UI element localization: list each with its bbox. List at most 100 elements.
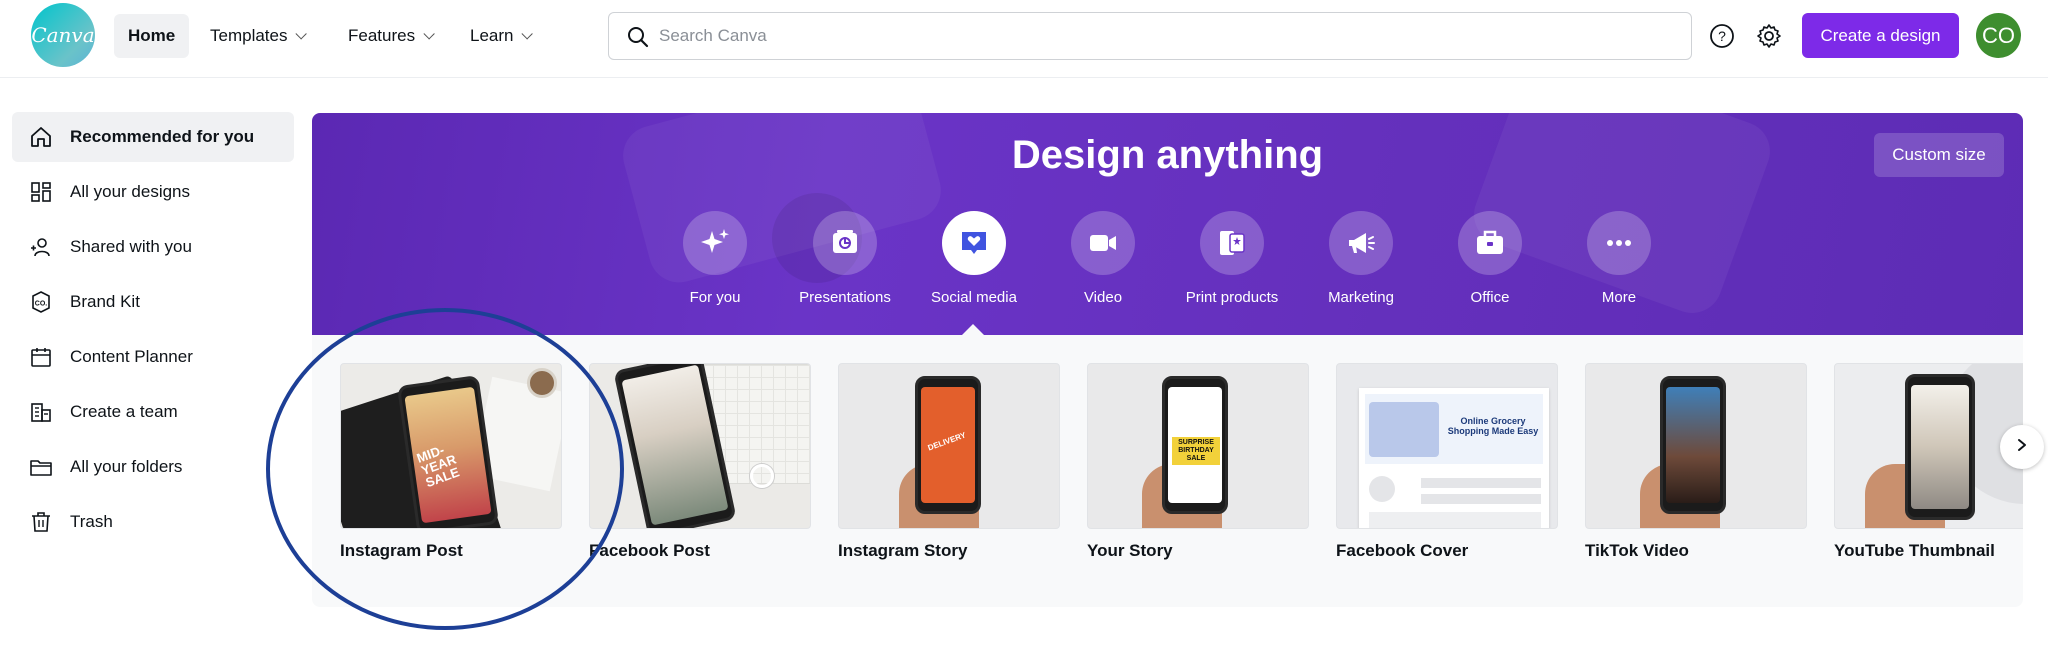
print-icon [1200,211,1264,275]
category-presentations[interactable]: Presentations [785,211,905,306]
chevron-down-icon [295,28,308,40]
facebook-cover-thumbnail: Online Grocery Shopping Made Easy [1336,363,1558,529]
create-design-button[interactable]: Create a design [1802,13,1959,58]
search-icon [627,26,649,53]
birthday-overlay-text: SURPRISE BIRTHDAY SALE [1172,437,1220,465]
template-label: Your Story [1087,541,1173,560]
cover-mockup: Online Grocery Shopping Made Easy [1359,388,1549,528]
sale-overlay-text: MID-YEAR SALE [414,442,462,491]
selected-category-pointer [961,324,985,336]
canva-logo[interactable]: Canva [31,3,95,67]
grid-icon [28,179,54,205]
megaphone-icon [1329,211,1393,275]
template-instagram-story[interactable]: DELIVERY Instagram Story [838,363,1060,561]
nav-home-label: Home [128,26,176,45]
svg-text:CO.: CO. [35,301,48,308]
youtube-thumbnail-thumbnail [1834,363,2023,529]
instagram-post-thumbnail: MID-YEAR SALE [340,363,562,529]
nav-features-label: Features [348,26,416,45]
sidebar-item-trash[interactable]: Trash [12,497,294,547]
tiktok-video-thumbnail [1585,363,1807,529]
sidebar-item-shared[interactable]: Shared with you [12,222,294,272]
instagram-story-thumbnail: DELIVERY [838,363,1060,529]
avatar-initials: CO [1982,22,2015,48]
svg-text:?: ? [1718,28,1726,44]
nav-templates[interactable]: Templates [196,14,317,58]
sidebar-item-label: Trash [70,512,113,531]
chevron-down-icon [521,28,534,40]
sidebar-item-label: Brand Kit [70,292,140,311]
category-marketing[interactable]: Marketing [1301,211,1421,306]
template-facebook-post[interactable]: Facebook Post [589,363,811,561]
category-label: Social media [931,289,1017,306]
search-placeholder: Search Canva [659,26,767,45]
phone-image: SURPRISE BIRTHDAY SALE [1162,376,1228,514]
phone-screen: DELIVERY [921,387,975,503]
sidebar: Recommended for you All your designs Sha… [12,112,294,552]
briefcase-icon [1458,211,1522,275]
category-label: Presentations [799,289,891,306]
category-office[interactable]: Office [1430,211,1550,306]
nav-learn[interactable]: Learn [456,14,543,58]
sidebar-item-label: Shared with you [70,237,192,256]
presentation-icon [813,211,877,275]
more-icon [1587,211,1651,275]
category-label: For you [689,289,741,306]
search-input[interactable]: Search Canva [608,12,1692,60]
heart-chat-icon [942,211,1006,275]
category-label: Marketing [1328,289,1394,306]
top-bar: Canva Home Templates Features Learn Sear… [0,0,2048,78]
nav-learn-label: Learn [470,26,514,45]
phone-screen: SURPRISE BIRTHDAY SALE [1168,387,1222,503]
template-youtube-thumbnail[interactable]: YouTube Thumbnail [1834,363,2023,561]
sidebar-item-label: Recommended for you [70,127,255,146]
video-camera-icon [1071,211,1135,275]
sidebar-item-folders[interactable]: All your folders [12,442,294,492]
folder-icon [28,454,54,480]
sidebar-item-content-planner[interactable]: Content Planner [12,332,294,382]
sidebar-item-label: Content Planner [70,347,193,366]
template-your-story[interactable]: SURPRISE BIRTHDAY SALE Your Story [1087,363,1309,561]
your-story-thumbnail: SURPRISE BIRTHDAY SALE [1087,363,1309,529]
sparkle-icon [683,211,747,275]
custom-size-button[interactable]: Custom size [1874,133,2004,177]
earbuds-image [750,464,774,488]
create-design-label: Create a design [1820,25,1941,45]
category-social-media[interactable]: Social media [914,211,1034,306]
gear-icon[interactable] [1755,22,1783,55]
template-label: Facebook Post [589,541,710,560]
cover-placeholder-line [1421,494,1541,504]
nav-features[interactable]: Features [334,14,445,58]
category-for-you[interactable]: For you [655,211,775,306]
sidebar-item-label: All your folders [70,457,183,476]
avatar[interactable]: CO [1976,13,2021,58]
template-label: Instagram Story [838,541,968,560]
nav-home[interactable]: Home [114,14,190,58]
category-label: Print products [1185,289,1279,306]
calendar-icon [28,344,54,370]
carousel-next-button[interactable] [2000,425,2044,469]
template-tiktok-video[interactable]: TikTok Video [1585,363,1807,561]
category-video[interactable]: Video [1043,211,1163,306]
template-instagram-post[interactable]: MID-YEAR SALE Instagram Post [340,363,562,561]
cover-avatar [1369,476,1395,502]
template-facebook-cover[interactable]: Online Grocery Shopping Made Easy Facebo… [1336,363,1558,561]
cover-banner: Online Grocery Shopping Made Easy [1365,394,1543,464]
category-print-products[interactable]: Print products [1172,211,1292,306]
chevron-down-icon [423,28,435,40]
category-more[interactable]: More [1559,211,1679,306]
sidebar-item-all-designs[interactable]: All your designs [12,167,294,217]
cover-placeholder-line [1421,478,1541,488]
grocery-overlay-text: Online Grocery Shopping Made Easy [1447,416,1539,436]
help-icon[interactable]: ? [1709,23,1735,54]
hero-title: Design anything [1011,133,1324,177]
users-icon [28,234,54,260]
sidebar-item-brand-kit[interactable]: CO. Brand Kit [12,277,294,327]
cover-placeholder-block [1369,512,1541,528]
sidebar-item-create-team[interactable]: Create a team [12,387,294,437]
sidebar-item-label: All your designs [70,182,191,201]
team-icon [28,399,54,425]
phone-screen [1666,387,1720,503]
sidebar-item-recommended[interactable]: Recommended for you [12,112,294,162]
logo-text: Canva [31,23,95,47]
